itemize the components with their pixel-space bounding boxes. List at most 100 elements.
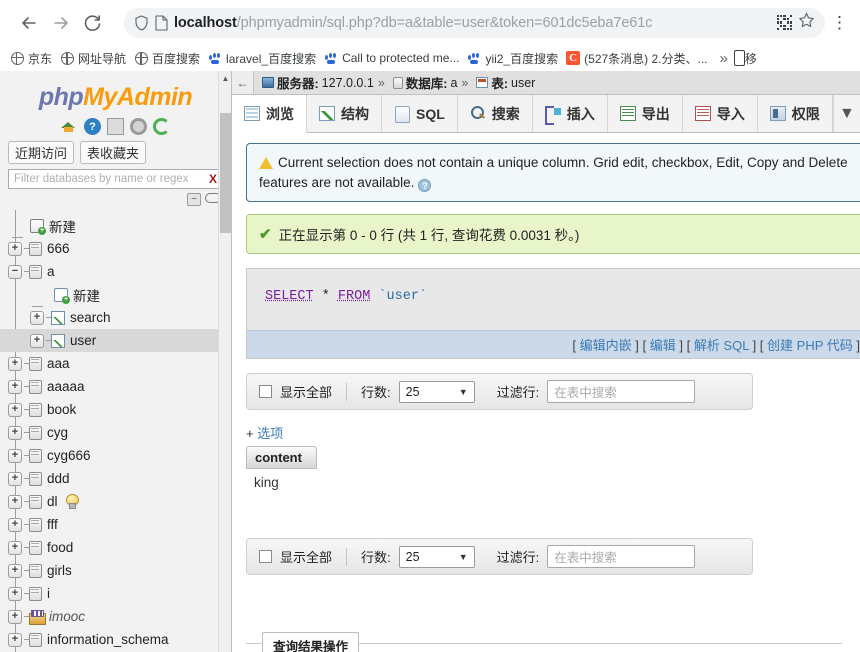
tab-privileges[interactable]: 权限 bbox=[757, 95, 833, 132]
tab-insert[interactable]: 插入 bbox=[532, 95, 608, 132]
tree-item-table-user[interactable]: + user bbox=[0, 329, 231, 352]
tree-item-database-dl[interactable]: + dl bbox=[0, 490, 231, 513]
tree-item-database-aaa[interactable]: + aaa bbox=[0, 352, 231, 375]
tree-item-new-table[interactable]: + 新建 bbox=[0, 283, 231, 307]
tab-label: 结构 bbox=[341, 105, 369, 122]
tab-import[interactable]: 导入 bbox=[682, 95, 758, 132]
tab-sql[interactable]: SQL bbox=[382, 95, 458, 132]
expand-toggle[interactable]: + bbox=[30, 333, 44, 348]
reload-button[interactable] bbox=[78, 8, 108, 38]
expand-toggle[interactable]: + bbox=[8, 379, 22, 394]
tree-item-database-666[interactable]: + 666 bbox=[0, 237, 231, 260]
back-button[interactable] bbox=[14, 8, 44, 38]
scroll-up-icon[interactable]: ▲ bbox=[219, 71, 231, 85]
settings-gear-icon[interactable] bbox=[130, 118, 147, 135]
bookmark-item[interactable]: 京东 bbox=[8, 48, 58, 69]
tree-item-database-information-schema[interactable]: + information_schema bbox=[0, 628, 231, 651]
help-circle-icon[interactable]: ? bbox=[418, 178, 432, 192]
tab-favorites[interactable]: 表收藏夹 bbox=[80, 141, 147, 164]
logo-my: My bbox=[83, 83, 117, 111]
expand-toggle[interactable]: + bbox=[8, 517, 22, 532]
collapse-all-button[interactable]: − bbox=[187, 193, 201, 206]
tree-item-database-i[interactable]: + i bbox=[0, 582, 231, 605]
expand-toggle[interactable]: + bbox=[8, 448, 22, 463]
tree-item-database-aaaaa[interactable]: + aaaaa bbox=[0, 375, 231, 398]
breadcrumb-database[interactable]: 数据库: a bbox=[389, 73, 457, 92]
filter-rows-input[interactable]: 在表中搜索 bbox=[547, 380, 696, 404]
tab-search[interactable]: 搜索 bbox=[457, 95, 533, 132]
filter-clear-icon[interactable]: X bbox=[209, 172, 217, 186]
expand-toggle[interactable]: + bbox=[8, 356, 22, 371]
rows-per-page-select[interactable]: 25 ▼ bbox=[398, 545, 475, 568]
tab-label: 插入 bbox=[566, 105, 595, 122]
tree-item-database-cyg666[interactable]: + cyg666 bbox=[0, 444, 231, 467]
expand-toggle[interactable]: + bbox=[8, 632, 22, 647]
show-all-checkbox[interactable] bbox=[259, 550, 272, 564]
link-create-php-code[interactable]: 创建 PHP 代码 bbox=[767, 338, 853, 353]
bookmarks-overflow-icon[interactable]: » bbox=[714, 50, 734, 67]
expand-toggle[interactable]: + bbox=[8, 586, 22, 601]
tab-export[interactable]: 导出 bbox=[607, 95, 683, 132]
expand-toggle[interactable]: + bbox=[30, 310, 44, 325]
bookmark-item[interactable]: laravel_百度搜索 bbox=[206, 48, 322, 69]
options-toggle[interactable]: + 选项 bbox=[246, 423, 860, 442]
tree-item-table-search[interactable]: + search bbox=[0, 306, 231, 329]
tree-item-label: ddd bbox=[47, 471, 70, 486]
scrollbar-thumb[interactable] bbox=[220, 113, 231, 233]
filter-rows-input[interactable]: 在表中搜索 bbox=[547, 545, 696, 569]
address-bar[interactable]: localhost/phpmyadmin/sql.php?db=a&table=… bbox=[124, 7, 825, 38]
tree-item-database-girls[interactable]: + girls bbox=[0, 559, 231, 582]
expand-toggle[interactable]: + bbox=[8, 425, 22, 440]
expand-toggle[interactable]: + bbox=[8, 241, 22, 256]
expand-toggle[interactable]: + bbox=[8, 471, 22, 486]
bookmark-item[interactable]: C (527条消息) 2.分类、... bbox=[564, 48, 713, 69]
rows-value: 25 bbox=[405, 549, 420, 564]
chevron-down-icon[interactable]: ▼ bbox=[832, 95, 860, 132]
expand-toggle[interactable]: + bbox=[8, 402, 22, 417]
expand-toggle[interactable]: + bbox=[8, 563, 22, 578]
breadcrumb-back-button[interactable]: ← bbox=[232, 71, 254, 94]
bookmark-item[interactable]: 网址导航 bbox=[58, 48, 132, 69]
home-icon[interactable] bbox=[61, 118, 78, 135]
tree-item-database-book[interactable]: + book bbox=[0, 398, 231, 421]
help-icon[interactable]: ? bbox=[84, 118, 101, 135]
link-edit[interactable]: 编辑 bbox=[650, 338, 676, 353]
link-explain-sql[interactable]: 解析 SQL bbox=[694, 338, 749, 353]
phpmyadmin-logo[interactable]: phpMyAdmin bbox=[0, 71, 231, 116]
expand-toggle[interactable]: + bbox=[8, 540, 22, 555]
tree-item-database-ddd[interactable]: + ddd bbox=[0, 467, 231, 490]
qr-code-icon[interactable] bbox=[777, 15, 792, 30]
document-icon[interactable] bbox=[107, 118, 124, 135]
database-filter-input[interactable]: Filter databases by name or regex X bbox=[8, 169, 223, 189]
bookmark-item[interactable]: 百度搜索 bbox=[132, 48, 206, 69]
breadcrumb-table[interactable]: 表: user bbox=[472, 73, 535, 92]
tree-item-new-database[interactable]: + 新建 bbox=[0, 214, 231, 238]
tree-item-database-fff[interactable]: + fff bbox=[0, 513, 231, 536]
tree-item-database-cyg[interactable]: + cyg bbox=[0, 421, 231, 444]
tree-item-database-food[interactable]: + food bbox=[0, 536, 231, 559]
show-all-label: 显示全部 bbox=[280, 385, 333, 401]
bookmark-star-icon[interactable] bbox=[798, 12, 815, 34]
tree-item-label: i bbox=[47, 586, 50, 601]
tab-browse[interactable]: 浏览 bbox=[232, 95, 307, 133]
forward-button[interactable] bbox=[46, 8, 76, 38]
show-all-checkbox[interactable] bbox=[259, 385, 272, 399]
bookmark-item[interactable]: yii2_百度搜索 bbox=[465, 48, 564, 69]
mobile-device-icon[interactable] bbox=[733, 50, 745, 66]
tree-item-database-a[interactable]: − a bbox=[0, 260, 231, 283]
expand-toggle[interactable]: + bbox=[8, 494, 22, 509]
bookmark-item[interactable]: Call to protected me... bbox=[322, 49, 465, 67]
tree-item-database-imooc[interactable]: + imooc bbox=[0, 605, 231, 628]
sql-query-text[interactable]: SELECT * FROM `user` bbox=[247, 269, 860, 330]
link-inline-edit[interactable]: 编辑内嵌 bbox=[580, 338, 632, 353]
rows-per-page-select[interactable]: 25 ▼ bbox=[398, 380, 475, 403]
column-header-content[interactable]: content bbox=[246, 446, 317, 470]
expand-toggle[interactable]: + bbox=[8, 609, 22, 624]
refresh-icon[interactable] bbox=[153, 118, 170, 135]
collapse-toggle[interactable]: − bbox=[8, 264, 22, 279]
tab-recent[interactable]: 近期访问 bbox=[8, 141, 75, 164]
breadcrumb-server[interactable]: 服务器: 127.0.0.1 bbox=[258, 73, 374, 92]
tab-structure[interactable]: 结构 bbox=[307, 95, 382, 132]
sidebar-scrollbar[interactable]: ▲ bbox=[218, 71, 231, 652]
browser-menu-icon[interactable]: ⋮ bbox=[831, 13, 852, 33]
